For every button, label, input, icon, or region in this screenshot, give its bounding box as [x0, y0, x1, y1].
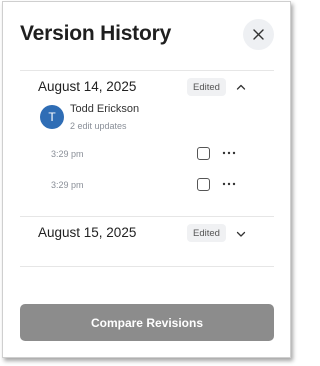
select-checkbox[interactable] [197, 147, 210, 160]
author-name: Todd Erickson [70, 103, 140, 115]
close-icon [253, 29, 264, 40]
divider [20, 266, 274, 267]
group-date: August 15, 2025 [38, 225, 137, 240]
divider [20, 216, 274, 217]
more-options-icon[interactable] [222, 150, 236, 156]
edited-badge: Edited [187, 78, 226, 96]
entry-time: 3:29 pm [51, 180, 84, 190]
select-checkbox[interactable] [197, 178, 210, 191]
chevron-down-icon[interactable] [235, 228, 247, 240]
edit-count: 2 edit updates [70, 121, 127, 131]
compare-revisions-button[interactable]: Compare Revisions [20, 304, 274, 341]
divider [20, 70, 274, 71]
more-options-icon[interactable] [222, 181, 236, 187]
entry-time: 3:29 pm [51, 149, 84, 159]
group-date: August 14, 2025 [38, 79, 137, 94]
close-button[interactable] [243, 19, 274, 50]
edited-badge: Edited [187, 224, 226, 242]
avatar: T [40, 105, 64, 129]
panel-title: Version History [20, 22, 172, 45]
version-history-panel: Version History August 14, 2025 Edited T… [2, 1, 291, 358]
chevron-up-icon[interactable] [235, 81, 247, 93]
